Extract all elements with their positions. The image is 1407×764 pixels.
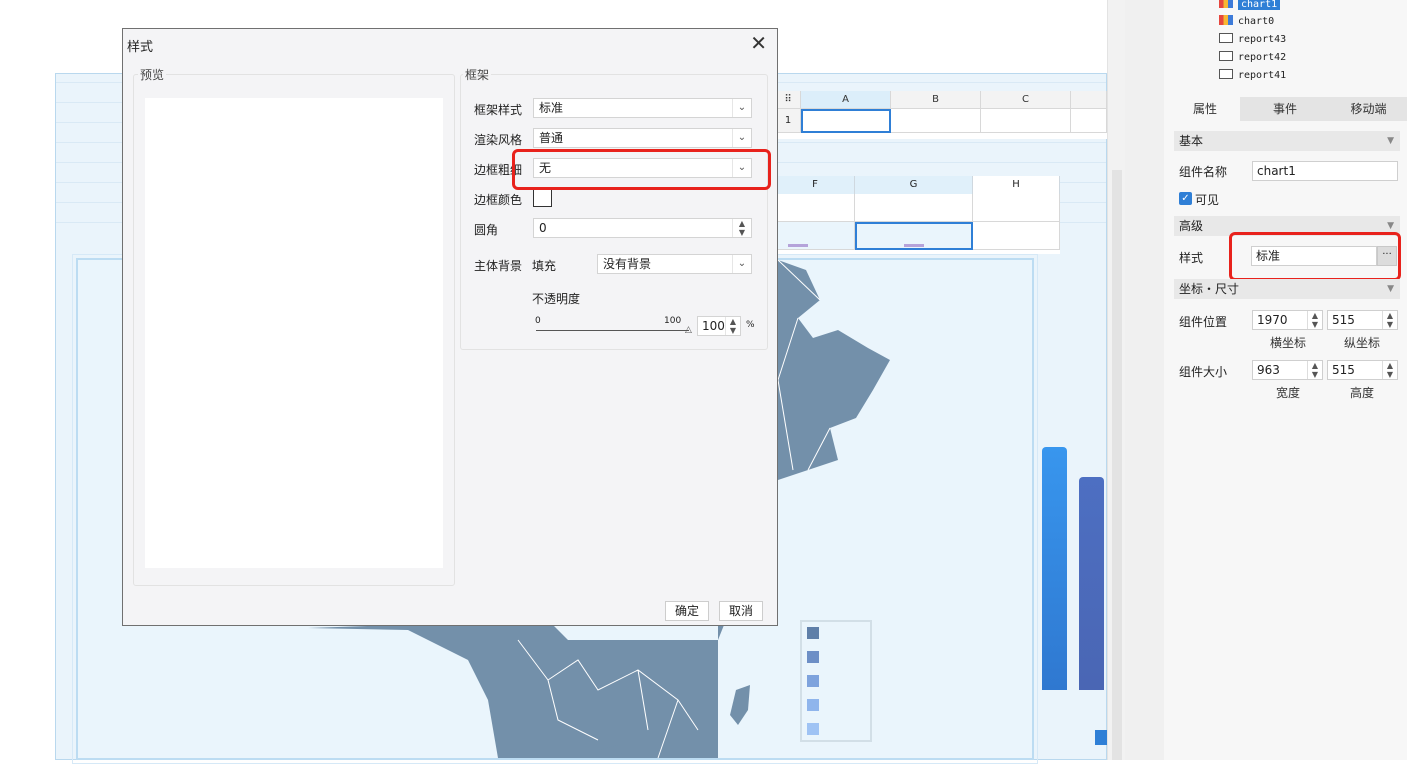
ok-button[interactable]: 确定 [665,601,709,621]
opacity-slider-thumb[interactable]: △ [685,325,692,335]
col-header-h[interactable]: H [973,176,1060,194]
slider-min-label: 0 [535,316,541,326]
cell-h1[interactable] [973,194,1060,222]
chevron-down-icon: ⌄ [732,255,751,273]
border-color-swatch[interactable] [533,188,552,207]
radius-input[interactable]: 0 ▲ ▼ [533,218,752,238]
checkbox-checked-icon[interactable]: ✓ [1179,192,1192,205]
col-header-d[interactable] [1071,91,1107,109]
component-name-input[interactable]: chart1 [1252,161,1398,181]
chevron-down-icon: ▼ [1387,284,1394,294]
chevron-down-icon: ⌄ [732,129,751,147]
y-position-input[interactable]: 515 ▲ ▼ [1327,310,1398,330]
style-dialog: 样式 ✕ 预览 框架 框架样式 标准 ⌄ 渲染风格 普通 ⌄ 边框粗细 无 ⌄ 边框颜… [122,28,778,626]
spin-up-down-icon[interactable]: ▲ ▼ [1307,311,1322,329]
col-header-c[interactable]: C [981,91,1071,109]
dialog-title: 样式 [127,40,154,55]
cell-f1[interactable] [776,194,855,222]
spin-up-down-icon[interactable]: ▲ ▼ [725,317,740,335]
visible-label: 可见 [1195,193,1220,207]
cell-b1[interactable] [891,109,981,133]
background-select[interactable]: 没有背景 ⌄ [597,254,752,274]
spin-up-down-icon[interactable]: ▲ ▼ [1382,361,1397,379]
map-legend [800,620,872,742]
border-color-label: 边框颜色 [474,193,523,207]
position-label: 组件位置 [1179,315,1228,329]
width-input[interactable]: 963 ▲ ▼ [1252,360,1323,380]
opacity-unit: % [746,320,755,330]
preview-area [145,98,443,568]
x-position-input[interactable]: 1970 ▲ ▼ [1252,310,1323,330]
tree-item-chart1[interactable]: chart1 [1219,0,1281,13]
width-sub-label: 宽度 [1276,386,1301,400]
spreadsheet-block-1: ⠿ A B C 1 [776,91,1107,139]
render-style-select[interactable]: 普通 ⌄ [533,128,752,148]
tab-mobile[interactable]: 移动端 [1330,97,1407,121]
spin-up-down-icon[interactable]: ▲ ▼ [732,219,751,237]
row-header-1[interactable]: 1 [776,109,801,133]
fill-label: 填充 [532,259,557,273]
opacity-slider-track[interactable] [536,330,689,331]
chart-icon [1219,15,1233,25]
section-coords[interactable]: 坐标・尺寸 ▼ [1174,279,1400,299]
cell-d1[interactable] [1071,109,1107,133]
frame-style-select[interactable]: 标准 ⌄ [533,98,752,118]
tree-item-report43[interactable]: report43 [1219,32,1286,48]
tree-item-report42[interactable]: report42 [1219,50,1286,66]
name-label: 组件名称 [1179,165,1228,179]
scrollbar[interactable] [1107,0,1126,760]
tab-properties[interactable]: 属性 [1170,97,1240,121]
col-header-a[interactable]: A [801,91,891,109]
col-header-b[interactable]: B [891,91,981,109]
render-style-label: 渲染风格 [474,133,523,147]
scrollbar-thumb[interactable] [1112,170,1122,760]
report-icon [1219,69,1233,79]
chevron-down-icon: ⌄ [732,99,751,117]
tree-item-chart0[interactable]: chart0 [1219,14,1274,30]
report-icon [1219,51,1233,61]
frame-group-title: 框架 [463,66,492,83]
report-icon [1219,33,1233,43]
radius-label: 圆角 [474,223,499,237]
cell-a1[interactable] [801,109,891,133]
tree-item-report41[interactable]: report41 [1219,68,1286,84]
style-label: 样式 [1179,251,1204,265]
frame-style-label: 框架样式 [474,103,523,117]
height-sub-label: 高度 [1350,386,1375,400]
close-icon[interactable]: ✕ [750,31,767,55]
spin-up-down-icon[interactable]: ▲ ▼ [1307,361,1322,379]
preview-group-title: 预览 [138,66,167,83]
property-tabs: 属性 事件 移动端 [1170,97,1407,121]
height-input[interactable]: 515 ▲ ▼ [1327,360,1398,380]
spreadsheet-block-2: F G H [776,176,1060,254]
highlight-style-field [1229,232,1401,281]
legend-marker [1095,730,1107,745]
cell-h2[interactable] [973,222,1060,250]
tab-events[interactable]: 事件 [1250,97,1320,121]
y-sub-label: 纵坐标 [1344,336,1381,350]
bar-2 [1079,477,1104,690]
cancel-button[interactable]: 取消 [719,601,763,621]
highlight-border-width [512,149,771,190]
x-sub-label: 横坐标 [1270,336,1307,350]
opacity-input[interactable]: 100 ▲ ▼ [697,316,741,336]
spin-up-down-icon[interactable]: ▲ ▼ [1382,311,1397,329]
body-bg-label: 主体背景 [474,259,523,273]
col-header-f[interactable]: F [776,176,855,194]
cell-c1[interactable] [981,109,1071,133]
section-basic[interactable]: 基本 ▼ [1174,131,1400,151]
bar-1 [1042,447,1067,690]
opacity-label: 不透明度 [532,292,581,306]
size-label: 组件大小 [1179,365,1228,379]
chart-icon [1219,0,1233,8]
corner-cell: ⠿ [776,91,801,109]
slider-max-label: 100 [664,316,682,326]
chevron-down-icon: ▼ [1387,136,1394,146]
col-header-g[interactable]: G [855,176,973,194]
cell-g1[interactable] [855,194,973,222]
